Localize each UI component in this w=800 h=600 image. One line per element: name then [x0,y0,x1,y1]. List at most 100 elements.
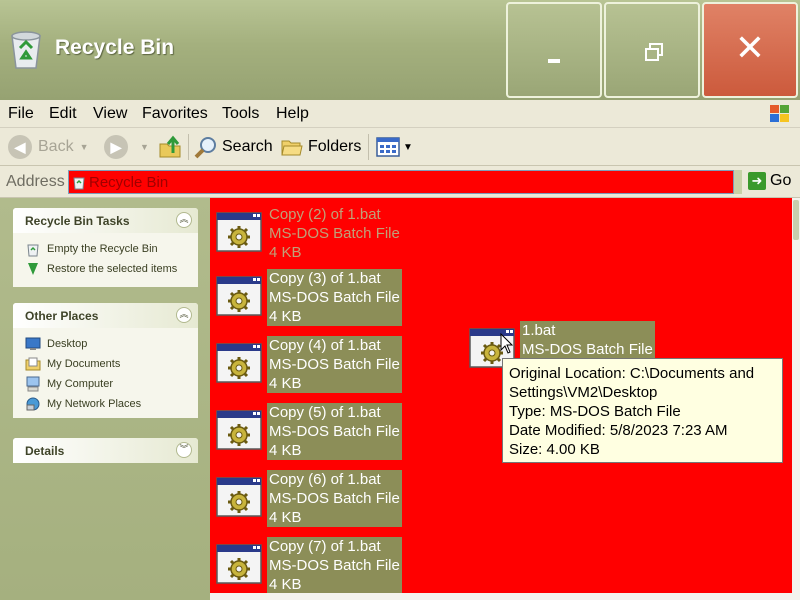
menu-favorites[interactable]: Favorites [142,105,208,123]
close-icon: ✕ [734,28,766,69]
my-documents-icon [25,357,41,371]
toolbar: ◀ Back ▼ ▶ ▼ Search Folders ▼ [0,128,800,166]
menu-help[interactable]: Help [276,105,309,123]
empty-recycle-bin-task[interactable]: Empty the Recycle Bin [25,239,198,259]
other-places-panel: Other Places ︽ Desktop My Documents My C… [13,303,198,418]
restore-selected-task[interactable]: Restore the selected items [25,259,198,279]
folders-button[interactable]: Folders [280,133,361,161]
menu-edit[interactable]: Edit [49,105,77,123]
panel-title: Other Places [25,309,99,323]
my-computer-link[interactable]: My Computer [25,374,198,394]
menu-view[interactable]: View [93,105,127,123]
views-dropdown-icon: ▼ [403,141,413,153]
recycle-bin-window: Recycle Bin ✕ File Edit View Favorites T… [0,0,800,600]
back-label: Back [38,138,74,155]
minimize-icon [548,59,560,63]
expand-icon[interactable]: ︾ [176,442,192,458]
network-places-icon [26,397,40,411]
go-arrow-icon: ➜ [748,172,766,190]
views-button[interactable]: ▼ [376,133,413,161]
toolbar-separator [188,134,189,160]
file-label: Copy (4) of 1.bat MS-DOS Batch File 4 KB [267,336,402,393]
empty-bin-icon [27,244,39,257]
place-label: Desktop [47,338,88,350]
file-label: Copy (6) of 1.bat MS-DOS Batch File 4 KB [267,470,402,527]
panel-header[interactable]: Details ︾ [13,438,198,463]
folders-label: Folders [308,138,362,155]
file-name: Copy (6) of 1.bat [269,471,381,488]
menu-bar: File Edit View Favorites Tools Help [0,100,800,128]
horizontal-scrollbar[interactable] [210,593,800,600]
go-label: Go [770,172,792,189]
recycle-bin-icon [11,31,41,69]
file-name: 1.bat [522,322,556,339]
file-label: Copy (3) of 1.bat MS-DOS Batch File 4 KB [267,269,402,326]
file-name: Copy (5) of 1.bat [269,404,381,421]
place-label: My Computer [47,378,114,390]
vertical-scrollbar[interactable] [792,198,800,593]
address-dropdown[interactable] [734,170,742,194]
go-button[interactable]: ➜ Go [748,172,791,190]
file-label: Copy (2) of 1.bat MS-DOS Batch File 4 KB [267,205,402,262]
back-dropdown-icon: ▼ [79,142,89,152]
search-label: Search [222,138,273,155]
file-type: MS-DOS Batch File [522,341,653,358]
batch-file-icon [215,211,263,253]
address-value: Recycle Bin [89,174,169,191]
batch-file-icon [215,275,263,317]
window-title: Recycle Bin [55,36,175,59]
file-type: MS-DOS Batch File [269,490,400,507]
address-field[interactable]: Recycle Bin [68,170,734,194]
place-label: My Documents [47,358,121,370]
search-button[interactable]: Search [194,133,273,161]
desktop-link[interactable]: Desktop [25,334,198,354]
minimize-button[interactable] [506,2,602,98]
tooltip-modified: Date Modified: 5/8/2023 7:23 AM [509,422,728,439]
task-label: Restore the selected items [47,263,178,275]
place-label: My Network Places [47,398,142,410]
batch-file-icon [215,342,263,384]
file-size: 4 KB [269,576,302,593]
up-folder-button[interactable] [158,133,182,161]
menu-file[interactable]: File [8,105,34,123]
up-folder-icon [159,135,181,158]
tooltip-size: Size: 4.00 KB [509,441,600,458]
batch-file-icon [215,543,263,585]
my-computer-icon [26,376,40,392]
file-name: Copy (7) of 1.bat [269,538,381,555]
toolbar-separator [368,134,369,160]
collapse-icon[interactable]: ︽ [176,212,192,228]
restore-icon [28,263,38,275]
task-pane: Recycle Bin Tasks ︽ Empty the Recycle Bi… [0,198,210,600]
scroll-thumb[interactable] [793,200,799,240]
file-label: Copy (7) of 1.bat MS-DOS Batch File 4 KB [267,537,402,593]
panel-header[interactable]: Other Places ︽ [13,303,198,328]
back-arrow-icon: ◀ [8,135,32,159]
file-type: MS-DOS Batch File [269,356,400,373]
tooltip-location-cont: Settings\VM2\Desktop [509,384,658,401]
collapse-icon[interactable]: ︽ [176,307,192,323]
close-button[interactable]: ✕ [702,2,798,98]
recycle-bin-tasks-panel: Recycle Bin Tasks ︽ Empty the Recycle Bi… [13,208,198,287]
maximize-button[interactable] [604,2,700,98]
forward-arrow-icon: ▶ [104,135,128,159]
panel-title: Recycle Bin Tasks [25,214,130,228]
folders-icon [281,140,303,156]
batch-file-icon [215,476,263,518]
windows-logo-icon [770,105,789,122]
forward-dropdown-icon: ▼ [140,142,149,152]
file-type: MS-DOS Batch File [269,225,400,242]
desktop-icon [25,337,41,350]
panel-header[interactable]: Recycle Bin Tasks ︽ [13,208,198,233]
title-bar[interactable]: Recycle Bin ✕ [0,0,800,100]
file-size: 4 KB [269,308,302,325]
my-documents-link[interactable]: My Documents [25,354,198,374]
back-button[interactable]: ◀ Back ▼ [8,133,89,161]
my-network-places-link[interactable]: My Network Places [25,394,198,414]
mouse-cursor-icon [500,333,514,354]
file-label: Copy (5) of 1.bat MS-DOS Batch File 4 KB [267,403,402,460]
forward-button[interactable]: ▶ ▼ [104,133,149,161]
file-size: 4 KB [269,244,302,261]
file-tooltip: Original Location: C:\Documents and Sett… [502,358,783,463]
menu-tools[interactable]: Tools [222,105,259,123]
